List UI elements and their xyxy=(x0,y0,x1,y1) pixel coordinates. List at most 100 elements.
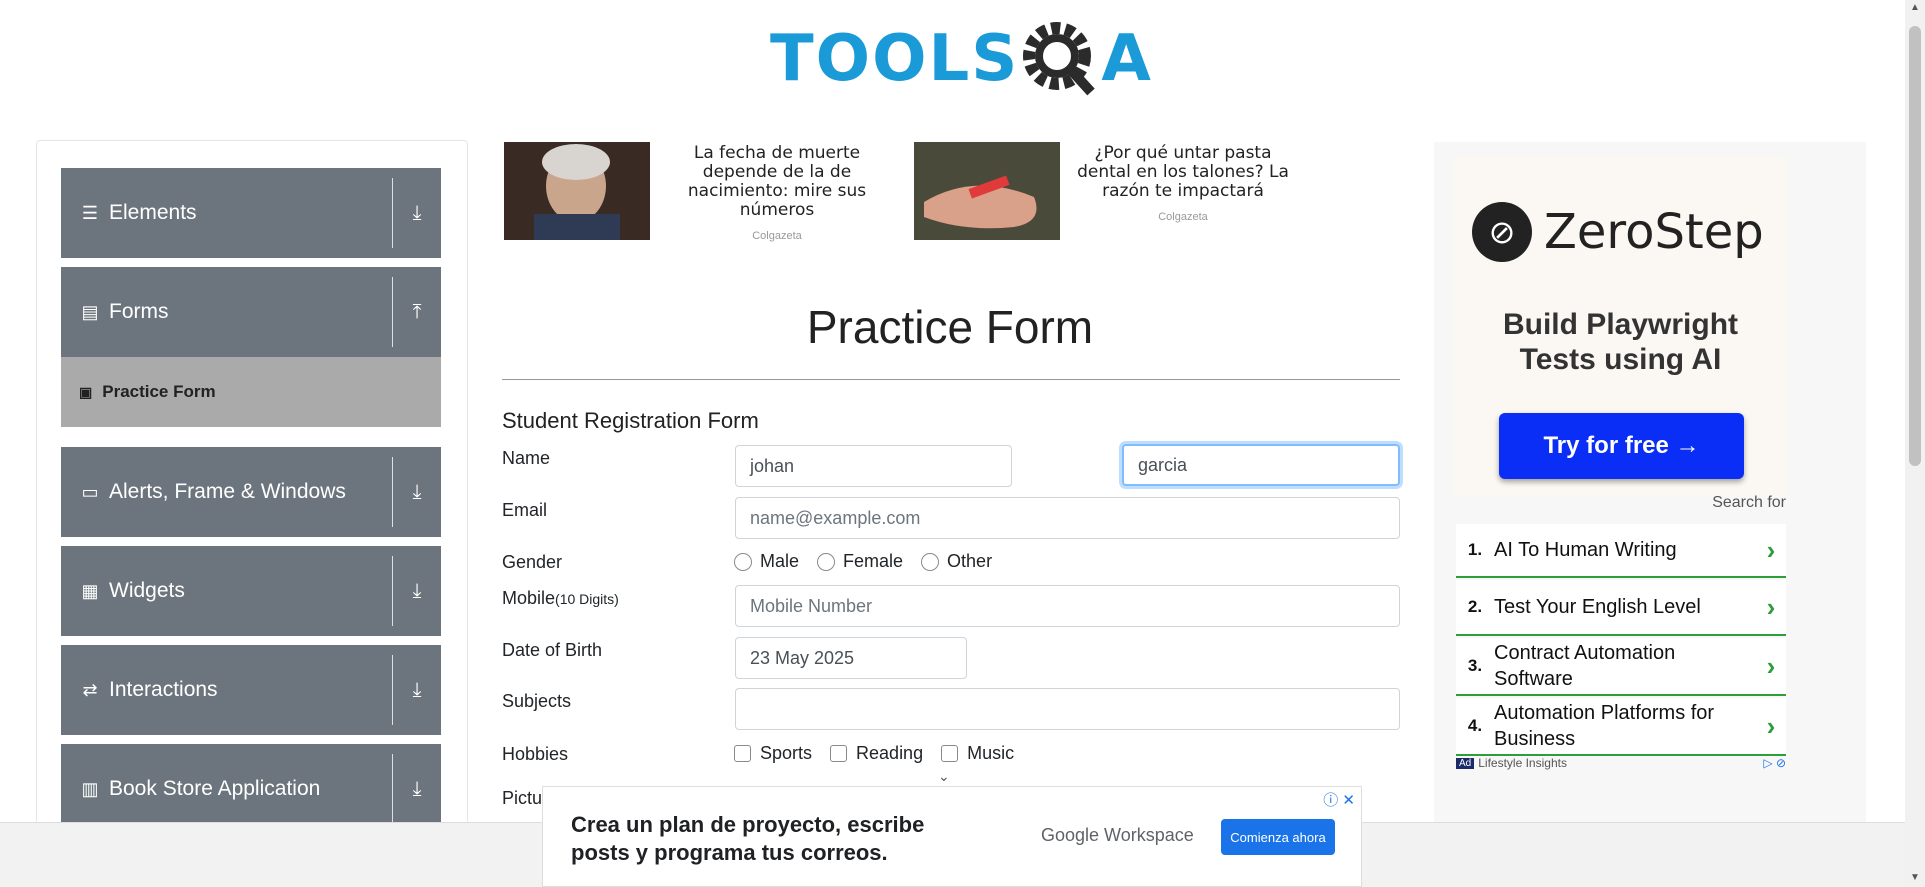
sidebar-group-interactions[interactable]: ⇄ Interactions ⤓ xyxy=(61,645,441,735)
sidebar-group-widgets[interactable]: ▦ Widgets ⤓ xyxy=(61,546,441,636)
email-input[interactable]: name@example.com xyxy=(735,497,1400,539)
option-label: Music xyxy=(967,743,1015,763)
try-for-free-button[interactable]: Try for free → xyxy=(1499,413,1744,479)
last-name-input[interactable]: garcia xyxy=(1122,444,1400,486)
toolsqa-logo[interactable]: TOOLS A xyxy=(770,14,1153,104)
hobby-reading[interactable]: Reading xyxy=(830,743,923,764)
date-of-birth-input[interactable]: 23 May 2025 xyxy=(735,637,967,679)
picture-label: Pictu xyxy=(502,788,543,808)
adchoices-icon[interactable]: ▷ ⊘ xyxy=(1763,756,1786,770)
result-text: AI To Human Writing xyxy=(1494,539,1677,561)
subjects-input[interactable] xyxy=(735,688,1400,730)
result-text: Contract Automation Software xyxy=(1494,642,1676,690)
radio-button[interactable] xyxy=(734,552,752,571)
gender-other[interactable]: Other xyxy=(921,551,992,572)
chevron-right-icon: › xyxy=(1766,534,1776,565)
name-label: Name xyxy=(502,448,551,468)
zerostep-ad[interactable]: ⊘ ZeroStep Build Playwright Tests using … xyxy=(1454,157,1787,497)
mobile-label: Mobile(10 Digits) xyxy=(502,588,619,609)
group-label: Alerts, Frame & Windows xyxy=(109,480,346,503)
ad-source: Lifestyle Insights xyxy=(1478,756,1567,770)
gender-male[interactable]: Male xyxy=(734,551,799,572)
scrollbar-thumb[interactable] xyxy=(1909,26,1921,466)
gender-options: Male Female Other xyxy=(734,551,1010,572)
mobile-hint: (10 Digits) xyxy=(555,591,619,607)
upload-arrow-icon: ⤒ xyxy=(412,300,422,323)
sidebar-item-practice-form[interactable]: ▣ Practice Form xyxy=(61,357,441,427)
sidebar-group-alerts[interactable]: ▭ Alerts, Frame & Windows ⤓ xyxy=(61,447,441,537)
divider xyxy=(392,556,393,626)
page: TOOLS A ☰ Elements ⤓ ▤ Forms ⤒ ▣ Practic… xyxy=(0,0,1925,887)
result-number: 3. xyxy=(1467,656,1483,675)
promo-source: Colgazeta xyxy=(1158,211,1208,223)
google-workspace-ad[interactable]: Crea un plan de proyecto, escribe posts … xyxy=(542,786,1362,887)
hobby-sports[interactable]: Sports xyxy=(734,743,812,764)
download-arrow-icon: ⤓ xyxy=(412,777,422,800)
divider xyxy=(392,754,393,824)
sidebar-group-elements[interactable]: ☰ Elements ⤓ xyxy=(61,168,441,258)
gender-female[interactable]: Female xyxy=(817,551,903,572)
sidebar-group-book-store[interactable]: ▥ Book Store Application ⤓ xyxy=(61,744,441,834)
radio-button[interactable] xyxy=(817,552,836,571)
result-number: 1. xyxy=(1467,540,1483,559)
widgets-icon: ▦ xyxy=(81,580,99,601)
option-label: Female xyxy=(843,551,904,571)
divider xyxy=(392,178,393,248)
checkbox[interactable] xyxy=(941,745,959,762)
promo-caption[interactable]: ¿Por qué untar pasta dental en los talon… xyxy=(1068,144,1298,201)
sidebar: ☰ Elements ⤓ ▤ Forms ⤒ ▣ Practice Form ▭… xyxy=(36,140,468,887)
option-label: Reading xyxy=(856,743,924,763)
ad-line: Crea un plan de proyecto, escribe xyxy=(571,812,925,837)
google-workspace-brand: Google Workspace xyxy=(1041,825,1194,845)
group-label: Forms xyxy=(109,300,169,323)
group-label: Elements xyxy=(109,201,197,224)
comienza-ahora-button[interactable]: Comienza ahora xyxy=(1221,819,1335,855)
divider xyxy=(392,655,393,725)
download-arrow-icon: ⤓ xyxy=(412,579,422,602)
ad-text: Crea un plan de proyecto, escribe posts … xyxy=(571,811,924,867)
mobile-label-text: Mobile xyxy=(502,588,556,608)
search-result[interactable]: 2. Test Your English Level › xyxy=(1456,580,1786,636)
option-label: Male xyxy=(760,551,800,571)
email-label: Email xyxy=(502,500,548,520)
result-text: Automation Platforms for Business xyxy=(1494,702,1715,750)
first-name-input[interactable]: johan xyxy=(735,445,1012,487)
result-number: 2. xyxy=(1467,597,1483,616)
search-result[interactable]: 4. Automation Platforms for Business › xyxy=(1456,698,1786,756)
sidebar-group-forms[interactable]: ▤ Forms ⤒ xyxy=(61,267,441,357)
subjects-label: Subjects xyxy=(502,691,572,711)
radio-button[interactable] xyxy=(921,552,940,571)
chevron-down-icon[interactable]: ⌄ xyxy=(938,768,950,785)
dob-label: Date of Birth xyxy=(502,640,603,660)
divider xyxy=(502,379,1400,380)
headline-line: Tests using AI xyxy=(1519,343,1722,376)
promo-caption[interactable]: La fecha de muerte depende de la de naci… xyxy=(662,144,892,220)
download-arrow-icon: ⤓ xyxy=(412,480,422,503)
hobby-music[interactable]: Music xyxy=(941,743,1014,764)
ad-footer: Ad Lifestyle Insights ▷ ⊘ xyxy=(1456,756,1786,770)
logo-text-a: A xyxy=(1101,22,1153,96)
result-text: Test Your English Level xyxy=(1494,596,1701,618)
chevron-right-icon: › xyxy=(1766,591,1776,622)
checkbox[interactable] xyxy=(734,745,751,762)
promo-source: Colgazeta xyxy=(752,230,802,242)
brand-name: ZeroStep xyxy=(1544,204,1764,260)
scroll-up-icon[interactable]: ▲ xyxy=(1905,2,1925,13)
download-arrow-icon: ⤓ xyxy=(412,201,422,224)
page-title: Practice Form xyxy=(806,301,1094,353)
mobile-input[interactable]: Mobile Number xyxy=(735,585,1400,627)
hobbies-label: Hobbies xyxy=(502,744,569,764)
close-icon[interactable]: ⓘ ✕ xyxy=(1323,789,1355,810)
headline-line: Build Playwright xyxy=(1502,308,1739,341)
search-result[interactable]: 3. Contract Automation Software › xyxy=(1456,638,1786,696)
hamburger-icon: ☰ xyxy=(81,202,99,223)
promo-image-elderly-woman[interactable] xyxy=(504,142,650,240)
scrollbar[interactable]: ▲ ▼ xyxy=(1905,0,1925,887)
document-icon: ▤ xyxy=(81,301,99,322)
search-result[interactable]: 1. AI To Human Writing › xyxy=(1456,524,1786,578)
window-icon: ▭ xyxy=(81,481,99,502)
promo-image-foot[interactable] xyxy=(914,142,1060,240)
ad-line: posts y programa tus correos. xyxy=(571,840,888,865)
scroll-down-icon[interactable]: ▼ xyxy=(1905,872,1925,883)
checkbox[interactable] xyxy=(830,745,848,762)
